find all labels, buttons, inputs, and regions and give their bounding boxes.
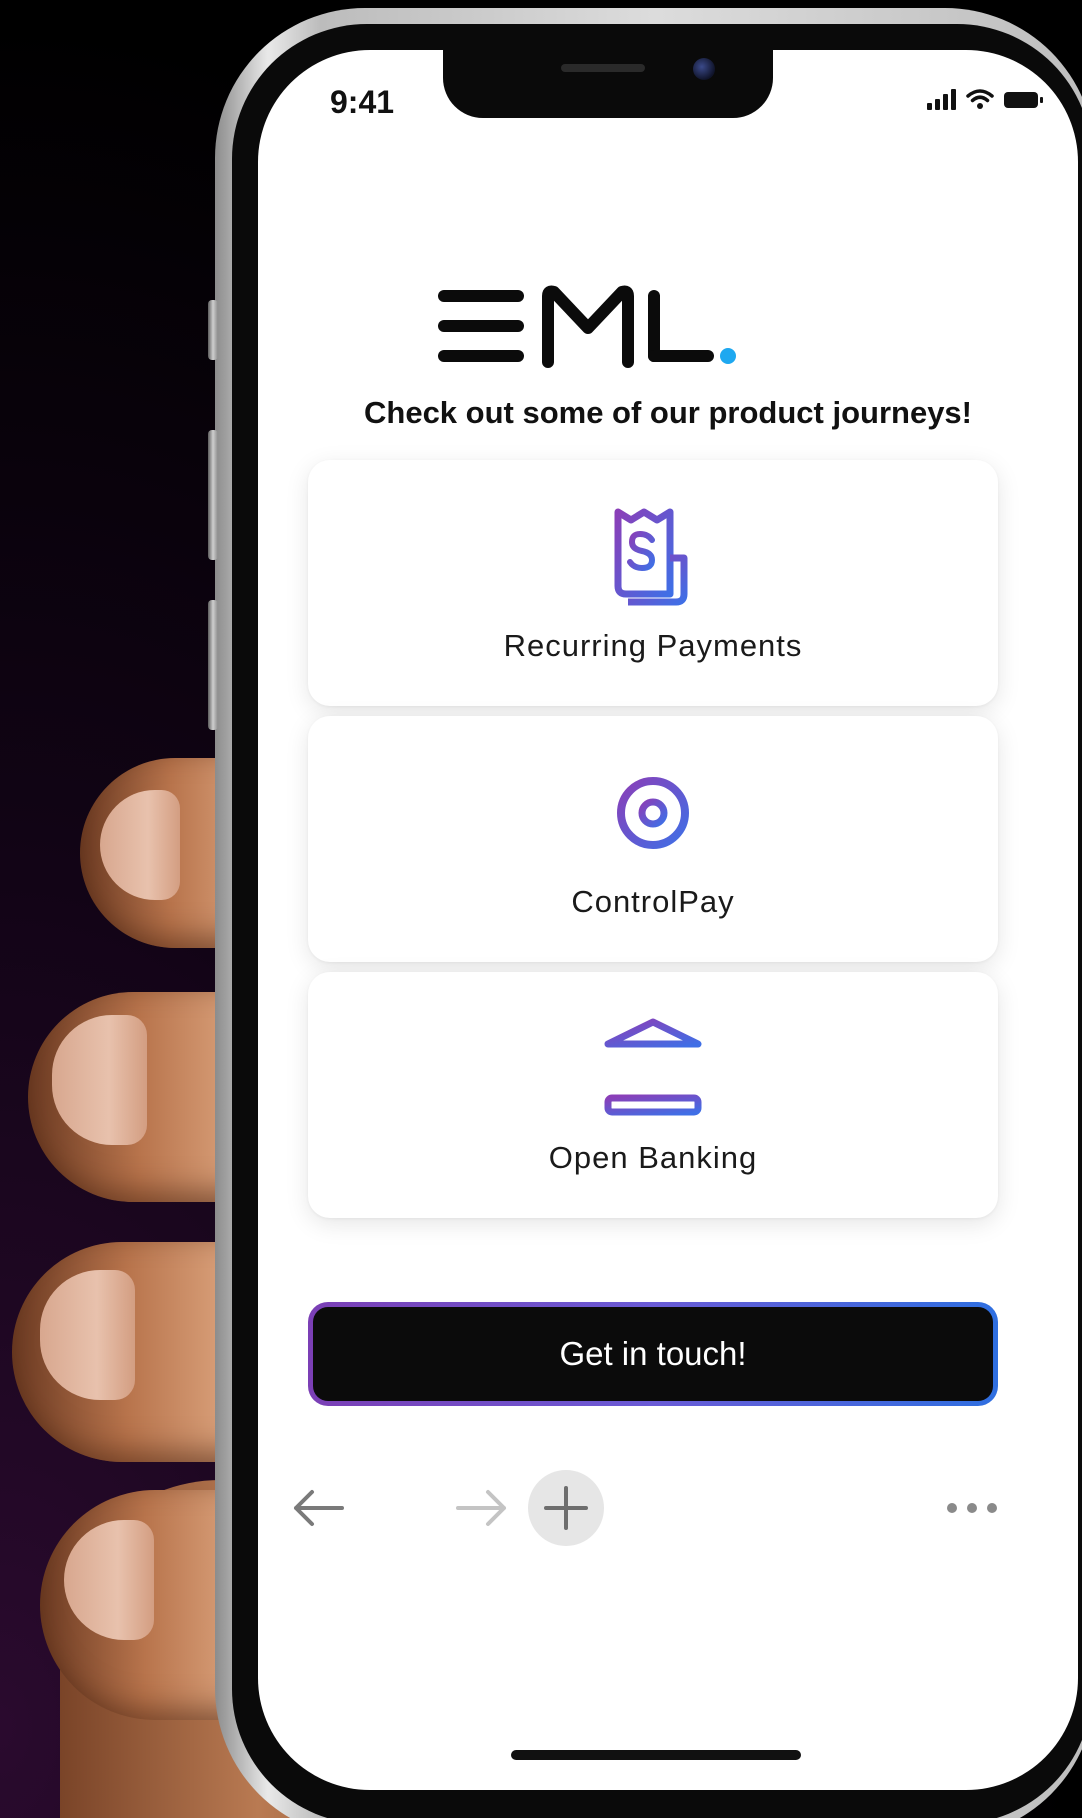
arrow-left-icon (294, 1490, 344, 1526)
speaker-grille (561, 64, 645, 72)
home-indicator[interactable] (511, 1750, 801, 1760)
background-stage: 9:41 Check out some of our product journ… (0, 0, 1082, 1818)
phone-volume-down-button (208, 600, 218, 730)
forward-button[interactable] (444, 1470, 520, 1546)
signal-icon (927, 88, 956, 110)
receipt-dollar-icon (614, 508, 688, 606)
wifi-icon (966, 89, 994, 109)
plus-icon (544, 1486, 588, 1530)
product-card-label: Open Banking (548, 1140, 758, 1175)
get-in-touch-button[interactable]: Get in touch! (308, 1302, 998, 1406)
phone-volume-up-button (208, 430, 218, 560)
more-options-button[interactable] (934, 1470, 1010, 1546)
logo-accent-dot (720, 348, 736, 364)
phone-mute-switch (208, 300, 218, 360)
get-in-touch-button-label: Get in touch! (313, 1307, 993, 1401)
front-camera (693, 58, 715, 80)
eml-logo (438, 285, 736, 368)
status-time: 9:41 (330, 84, 395, 120)
product-card-label: Recurring Payments (503, 628, 803, 663)
bank-icon (604, 1018, 702, 1116)
status-icons (927, 88, 1043, 110)
product-card-controlpay[interactable]: ControlPay (308, 716, 998, 962)
phone-screen: 9:41 Check out some of our product journ… (258, 50, 1078, 1790)
notch (443, 50, 773, 118)
more-dots-icon (947, 1503, 997, 1513)
arrow-right-icon (456, 1490, 506, 1526)
new-tab-button[interactable] (528, 1470, 604, 1546)
product-card-label: ControlPay (571, 884, 735, 919)
battery-icon (1004, 92, 1043, 108)
product-card-open-banking[interactable]: Open Banking (308, 972, 998, 1218)
product-card-recurring-payments[interactable]: Recurring Payments (308, 460, 998, 706)
page-tagline: Check out some of our product journeys! (364, 395, 972, 430)
target-icon (600, 760, 706, 866)
back-button[interactable] (280, 1470, 356, 1546)
browser-toolbar (258, 1440, 1078, 1570)
